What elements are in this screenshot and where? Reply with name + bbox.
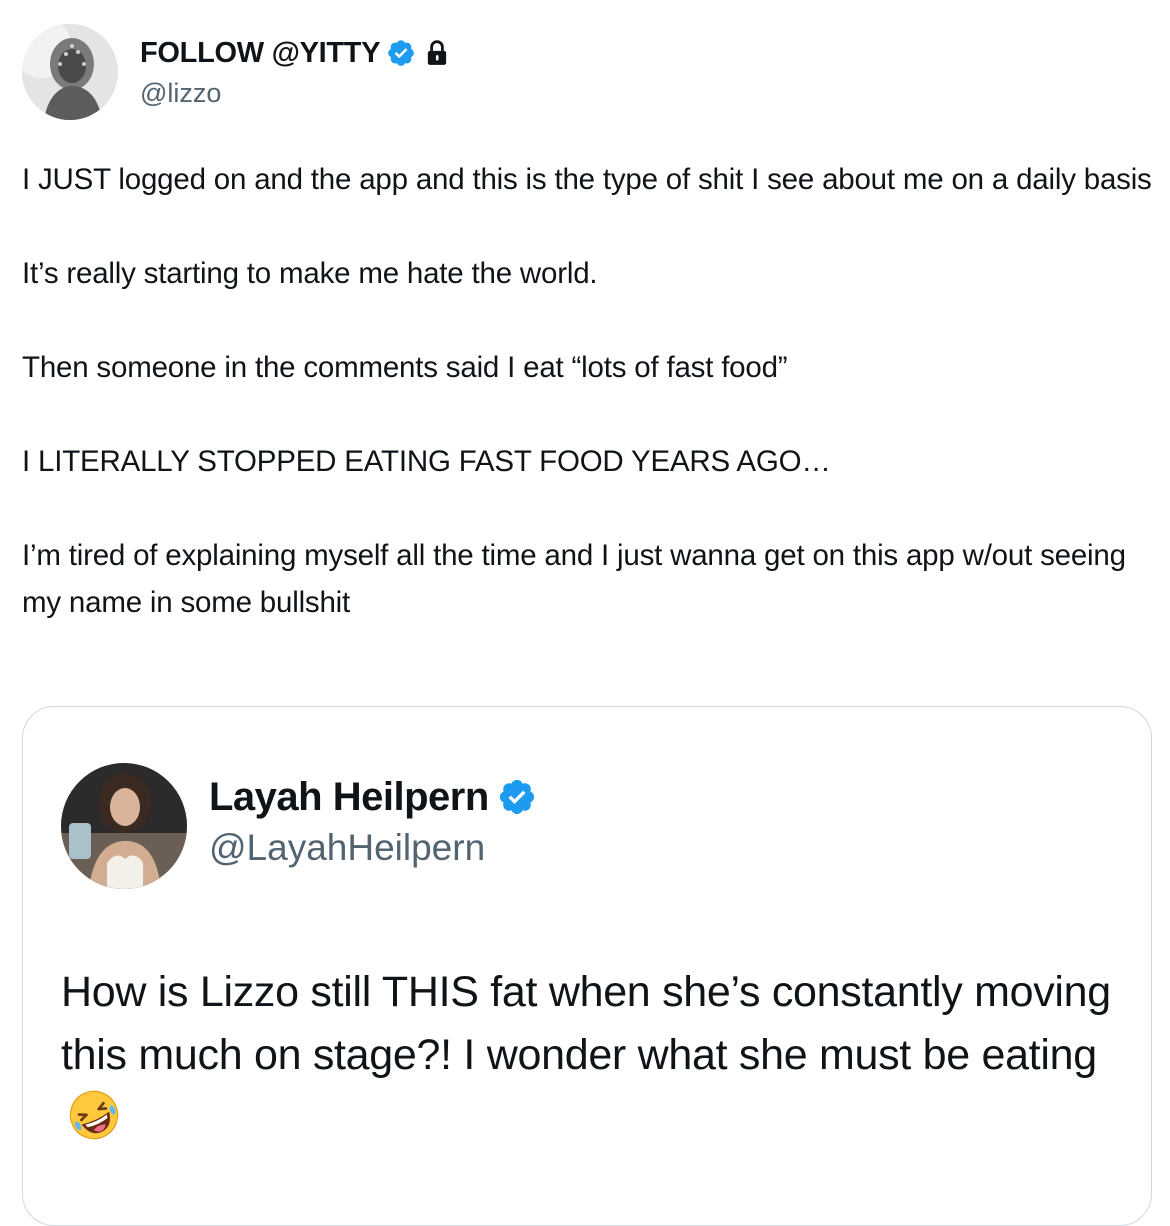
avatar[interactable] xyxy=(22,24,118,120)
author-names: FOLLOW @YITTY @lizzo xyxy=(140,36,450,109)
tweet-paragraph: It’s really starting to make me hate the… xyxy=(22,257,598,290)
quoted-tweet-text: How is Lizzo still THIS fat when she’s c… xyxy=(61,961,1131,1150)
quoted-display-name[interactable]: Layah Heilpern xyxy=(209,775,489,820)
tweet-header: FOLLOW @YITTY @lizzo xyxy=(22,24,450,124)
quoted-author-names: Layah Heilpern @LayahHeilpern xyxy=(209,773,537,869)
quoted-avatar-photo xyxy=(61,763,187,889)
handle[interactable]: @lizzo xyxy=(140,78,450,109)
tweet-text: I JUST logged on and the app and this is… xyxy=(22,156,1152,673)
quoted-handle[interactable]: @LayahHeilpern xyxy=(209,827,537,869)
verified-badge-icon[interactable] xyxy=(386,38,416,68)
tweet-paragraph: I’m tired of explaining myself all the t… xyxy=(22,539,1126,619)
verified-badge-icon[interactable] xyxy=(497,777,537,817)
lock-icon xyxy=(428,40,447,65)
avatar-photo xyxy=(22,24,118,120)
display-name[interactable]: FOLLOW @YITTY xyxy=(140,37,381,70)
rolling-on-floor-laughing-emoji xyxy=(69,1090,119,1140)
tweet-paragraph: Then someone in the comments said I eat … xyxy=(22,351,788,384)
quoted-tweet-header: Layah Heilpern @LayahHeilpern xyxy=(61,763,537,889)
tweet: FOLLOW @YITTY @lizzo I JUST logged on an… xyxy=(0,0,1170,1226)
quoted-avatar[interactable] xyxy=(61,763,187,889)
quoted-tweet-card[interactable]: Layah Heilpern @LayahHeilpern How is Liz… xyxy=(22,706,1152,1226)
quoted-name-row: Layah Heilpern xyxy=(209,773,537,821)
tweet-paragraph: I LITERALLY STOPPED EATING FAST FOOD YEA… xyxy=(22,445,831,478)
name-row: FOLLOW @YITTY xyxy=(140,36,450,70)
quoted-tweet-body: How is Lizzo still THIS fat when she’s c… xyxy=(61,968,1111,1079)
tweet-paragraph: I JUST logged on and the app and this is… xyxy=(22,163,1152,196)
